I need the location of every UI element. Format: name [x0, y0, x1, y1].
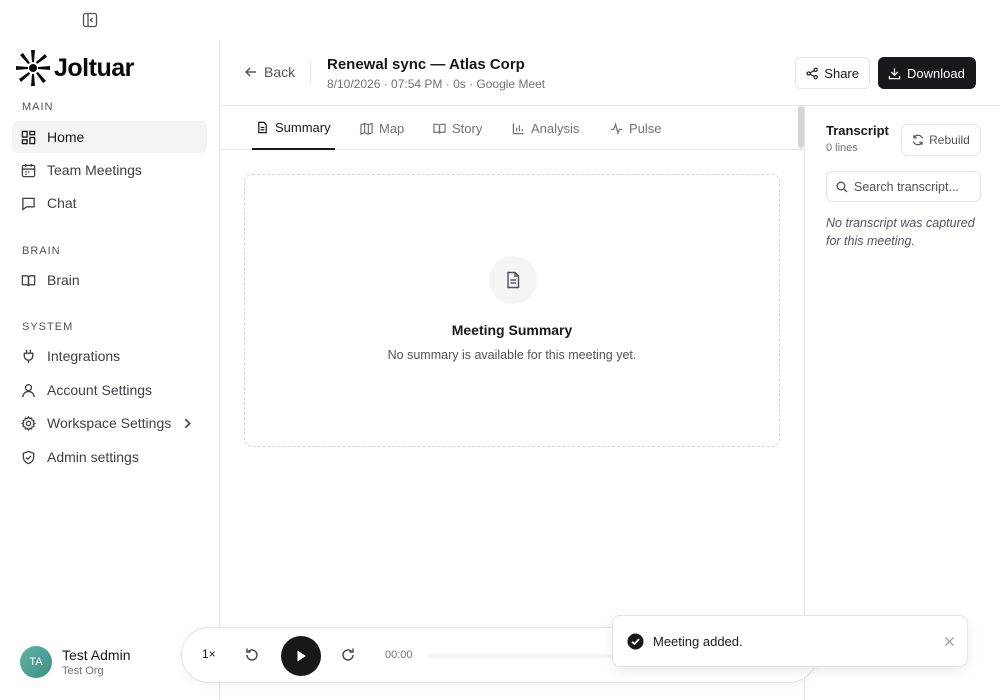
sidebar-item-label: Integrations	[47, 348, 121, 364]
sidebar-item-account-settings[interactable]: Account Settings	[12, 374, 207, 406]
page-title: Renewal sync — Atlas Corp	[327, 56, 525, 73]
meeting-meta: 8/10/2026 · 07:54 PM · 0s · Google Meet	[327, 77, 546, 91]
tab-label: Analysis	[531, 120, 580, 136]
header-divider	[310, 62, 311, 84]
chat-icon	[22, 197, 35, 211]
summary-title: Meeting Summary	[451, 322, 573, 338]
transcript-search[interactable]	[826, 171, 981, 202]
section-label-system: SYSTEM	[22, 321, 74, 333]
transcript-panel: Transcript 0 lines Rebuild No transcript…	[804, 106, 1000, 700]
sidebar-item-team-meetings[interactable]: Team Meetings	[12, 154, 207, 186]
dashboard-icon	[21, 130, 36, 144]
sidebar-item-label: Admin settings	[47, 449, 139, 465]
sidebar-item-label: Home	[47, 129, 85, 145]
meeting-header: Back Renewal sync — Atlas Corp 8/10/2026…	[220, 40, 1000, 106]
tab-label: Pulse	[629, 120, 662, 136]
chevron-right-icon	[184, 418, 191, 429]
tab-label: Story	[452, 120, 483, 136]
map-icon	[360, 122, 373, 135]
rewind-icon[interactable]	[244, 647, 260, 663]
download-label: Download	[907, 65, 965, 81]
toast-notification: Meeting added.	[612, 615, 968, 667]
sidebar-item-label: Brain	[47, 272, 80, 288]
calendar-icon	[21, 163, 36, 177]
arrow-left-icon	[245, 67, 256, 77]
share-icon	[806, 67, 818, 79]
user-name: Test Admin	[62, 647, 131, 663]
search-input[interactable]	[854, 179, 974, 194]
section-label-main: MAIN	[22, 101, 54, 113]
search-icon	[836, 181, 848, 192]
shield-icon	[22, 450, 35, 464]
sidebar-item-integrations[interactable]: Integrations	[12, 340, 207, 372]
sidebar-item-admin-settings[interactable]: Admin settings	[12, 441, 207, 473]
playback-progress-track[interactable]	[428, 654, 628, 658]
sidebar-item-label: Team Meetings	[47, 162, 142, 178]
playback-speed-button[interactable]: 1×	[202, 647, 216, 661]
sidebar: Joltuar MAIN Home Team Meetings Chat BRA…	[0, 40, 220, 700]
share-label: Share	[824, 65, 859, 81]
meeting-tabs: Summary Map Story Analysis Pulse	[220, 106, 804, 150]
sidebar-item-chat[interactable]: Chat	[12, 187, 207, 219]
avatar: TA	[20, 646, 52, 678]
sidebar-item-label: Chat	[47, 195, 77, 211]
transcript-empty-message: No transcript was captured for this meet…	[826, 216, 975, 248]
check-circle-icon	[627, 633, 644, 650]
plug-icon	[23, 349, 34, 363]
play-icon	[297, 650, 306, 662]
download-icon	[888, 67, 901, 79]
summary-message: No summary is available for this meeting…	[387, 348, 637, 362]
document-icon	[489, 256, 537, 304]
tab-label: Map	[379, 120, 405, 136]
play-button[interactable]	[281, 636, 321, 676]
tab-analysis[interactable]: Analysis	[512, 106, 579, 150]
document-icon	[258, 121, 267, 133]
tab-pulse[interactable]: Pulse	[610, 106, 662, 150]
gear-icon	[21, 415, 36, 431]
bar-chart-icon	[512, 122, 524, 134]
playback-time: 00:00	[385, 649, 413, 661]
section-label-brain: BRAIN	[22, 245, 61, 257]
tab-summary[interactable]: Summary	[252, 106, 335, 150]
sidebar-item-brain[interactable]: Brain	[12, 264, 207, 296]
fast-forward-icon[interactable]	[340, 647, 356, 663]
book-icon	[21, 274, 36, 286]
brand-name: Joltuar	[54, 53, 134, 82]
download-button[interactable]: Download	[878, 57, 976, 89]
back-label: Back	[264, 64, 296, 80]
summary-empty-state: Meeting Summary No summary is available …	[244, 174, 780, 447]
transcript-title: Transcript	[826, 123, 889, 138]
pulse-icon	[610, 121, 623, 135]
toast-message: Meeting added.	[653, 634, 743, 649]
brand-logo[interactable]: Joltuar	[16, 50, 134, 86]
rebuild-button[interactable]: Rebuild	[901, 124, 981, 156]
refresh-icon	[913, 134, 924, 146]
user-profile[interactable]: TA Test Admin Test Org	[20, 646, 130, 678]
tab-label: Summary	[275, 119, 331, 135]
sidebar-item-workspace-settings[interactable]: Workspace Settings	[12, 407, 207, 439]
book-icon	[433, 123, 446, 134]
close-icon[interactable]	[944, 636, 955, 647]
tab-story[interactable]: Story	[433, 106, 482, 150]
tab-map[interactable]: Map	[360, 106, 404, 150]
sidebar-toggle-icon[interactable]	[82, 12, 98, 28]
joltuar-logo-icon	[16, 50, 50, 86]
rebuild-label: Rebuild	[929, 133, 970, 147]
user-org: Test Org	[62, 665, 104, 677]
transcript-line-count: 0 lines	[826, 142, 858, 154]
sidebar-item-label: Workspace Settings	[47, 415, 172, 431]
share-button[interactable]: Share	[795, 57, 870, 89]
back-button[interactable]: Back	[244, 64, 295, 80]
sidebar-item-home[interactable]: Home	[12, 121, 207, 153]
user-icon	[22, 383, 35, 397]
sidebar-item-label: Account Settings	[47, 382, 153, 398]
